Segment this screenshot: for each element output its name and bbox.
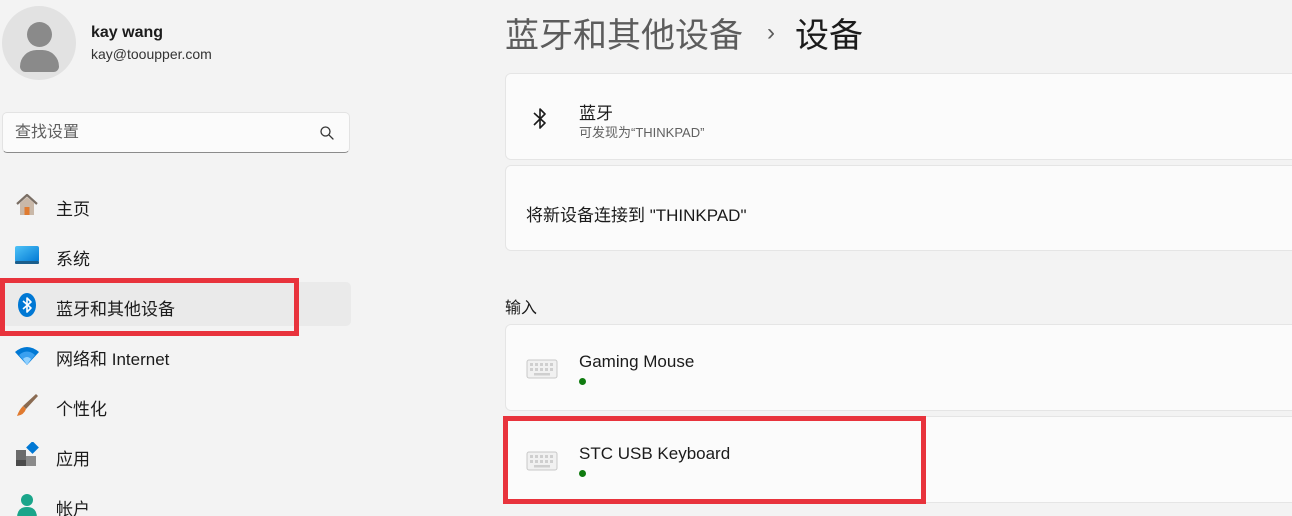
user-email: kay@tooupper.com — [91, 46, 212, 62]
bluetooth-title: 蓝牙 — [579, 104, 613, 123]
breadcrumb: 蓝牙和其他设备 › 设备 — [505, 8, 863, 56]
status-dot — [579, 470, 586, 477]
bluetooth-icon — [18, 293, 36, 317]
avatar[interactable] — [2, 6, 76, 80]
user-name: kay wang — [91, 24, 164, 41]
sidebar-item-apps[interactable]: 应用 — [2, 432, 351, 476]
user-profile[interactable]: kay wang kay@tooupper.com — [0, 0, 360, 90]
keyboard-icon — [526, 451, 558, 471]
home-icon — [16, 193, 38, 215]
sidebar-item-bluetooth[interactable]: 蓝牙和其他设备 — [2, 282, 351, 326]
sidebar-item-personalization[interactable]: 个性化 — [2, 382, 351, 426]
sidebar-item-label: 蓝牙和其他设备 — [56, 300, 175, 319]
system-display-icon — [15, 246, 39, 264]
sidebar-item-network[interactable]: 网络和 Internet — [2, 332, 351, 376]
search-box[interactable] — [2, 112, 350, 153]
paintbrush-icon — [17, 394, 38, 416]
add-device-label: 将新设备连接到 "THINKPAD" — [526, 206, 747, 225]
device-card[interactable]: Gaming Mouse — [505, 324, 1292, 411]
settings-window: kay wang kay@tooupper.com 主页 — [0, 0, 1292, 516]
sidebar-item-label: 个性化 — [56, 400, 107, 419]
device-card[interactable]: STC USB Keyboard — [505, 416, 1292, 503]
sidebar-item-label: 应用 — [56, 450, 90, 469]
page-title: 设备 — [795, 17, 863, 55]
search-icon[interactable] — [319, 125, 335, 141]
section-heading-input: 输入 — [505, 300, 538, 317]
sidebar-item-system[interactable]: 系统 — [2, 232, 351, 276]
sidebar-item-accounts[interactable]: 帐户 — [2, 482, 351, 516]
device-name: STC USB Keyboard — [579, 444, 731, 463]
breadcrumb-parent[interactable]: 蓝牙和其他设备 — [505, 17, 743, 55]
status-dot — [579, 378, 586, 385]
sidebar-item-label: 帐户 — [56, 500, 90, 516]
keyboard-icon — [526, 359, 558, 379]
search-input[interactable] — [15, 121, 305, 145]
bluetooth-card[interactable]: 蓝牙 可发现为“THINKPAD” — [505, 73, 1292, 160]
sidebar-item-label: 系统 — [56, 250, 90, 269]
bluetooth-icon — [533, 108, 546, 129]
sidebar-item-label: 主页 — [56, 200, 90, 219]
breadcrumb-separator: › — [767, 18, 775, 46]
wifi-icon — [15, 347, 39, 365]
apps-icon — [16, 442, 39, 466]
sidebar-item-home[interactable]: 主页 — [2, 182, 351, 226]
device-name: Gaming Mouse — [579, 352, 695, 371]
sidebar-item-label: 网络和 Internet — [56, 350, 170, 369]
account-icon — [17, 494, 37, 516]
bluetooth-subtitle: 可发现为“THINKPAD” — [579, 125, 705, 140]
add-device-card[interactable]: 将新设备连接到 "THINKPAD" — [505, 165, 1292, 251]
